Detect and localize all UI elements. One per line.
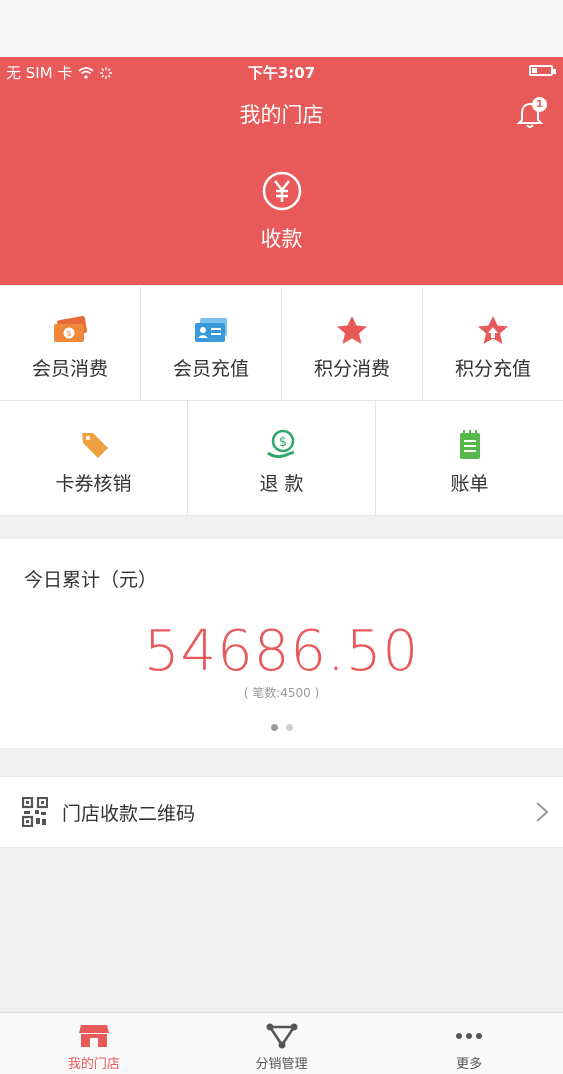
grid-label: 退 款 [259, 473, 304, 495]
coupon-verify-button[interactable]: 卡券核销 [0, 401, 188, 515]
bill-button[interactable]: 账单 [376, 401, 563, 515]
grid-label: 卡券核销 [55, 473, 132, 495]
function-grid-row-2: 卡券核销 $ 退 款 账单 [0, 401, 563, 516]
page-dot-active[interactable] [270, 724, 278, 731]
tab-label: 更多 [456, 1057, 483, 1072]
chevron-right-icon [536, 802, 549, 822]
qr-label: 门店收款二维码 [62, 802, 196, 825]
grid-label: 积分充值 [454, 358, 531, 380]
tab-more[interactable]: 更多 [375, 1013, 563, 1074]
page-dot[interactable] [285, 724, 293, 731]
member-recharge-button[interactable]: 会员充值 [141, 286, 282, 400]
tab-bar: 我的门店 分销管理 更多 [0, 1012, 563, 1074]
grid-label: 会员消费 [31, 358, 108, 380]
top-blank-area [0, 0, 563, 57]
points-consume-button[interactable]: 积分消费 [282, 286, 423, 400]
grid-label: 账单 [450, 473, 489, 495]
grid-label: 积分消费 [313, 358, 390, 380]
svg-text:$: $ [66, 329, 71, 338]
battery-icon [529, 65, 556, 76]
today-amount: 54686.50 [143, 619, 420, 684]
battery-fill [532, 68, 538, 73]
grid-label: 会员充值 [172, 358, 249, 380]
qr-code-icon [22, 797, 48, 827]
notification-button[interactable]: 1 [517, 97, 547, 129]
notification-badge: 1 [532, 97, 547, 112]
status-bar: 无 SIM 卡 下午3:07 [0, 57, 563, 85]
refund-button[interactable]: $ 退 款 [188, 401, 376, 515]
tab-label: 我的门店 [67, 1057, 120, 1072]
yuan-icon [262, 171, 301, 211]
distribution-icon [266, 1023, 297, 1049]
tag-icon [81, 433, 108, 458]
store-qr-code-row[interactable]: 门店收款二维码 [0, 776, 563, 848]
function-grid-row-1: $ 会员消费 会员充值 积分消费 积分充值 [0, 286, 563, 401]
tab-my-store[interactable]: 我的门店 [0, 1013, 188, 1074]
member-consume-button[interactable]: $ 会员消费 [0, 286, 141, 400]
tab-distribution[interactable]: 分销管理 [188, 1013, 376, 1074]
cash-icon: $ [54, 316, 88, 342]
today-title: 今日累计（元） [24, 569, 158, 591]
more-icon [456, 1033, 483, 1039]
refund-icon: $ [266, 429, 295, 459]
member-card-icon [195, 318, 227, 342]
star-up-icon [478, 316, 508, 344]
store-icon [78, 1025, 109, 1047]
star-icon [337, 316, 367, 344]
page-indicator[interactable] [0, 724, 563, 731]
header: 无 SIM 卡 下午3:07 我的门店 1 收款 [0, 57, 563, 285]
page-title: 我的门店 [239, 103, 324, 127]
today-count: ( 笔数:4500 ) [243, 686, 320, 700]
collect-payment-button[interactable]: 收款 [0, 171, 563, 253]
points-recharge-button[interactable]: 积分充值 [423, 286, 563, 400]
bill-icon [459, 430, 480, 459]
today-summary-card[interactable]: 今日累计（元） 54686.50 ( 笔数:4500 ) [0, 539, 563, 748]
svg-text:$: $ [278, 435, 286, 450]
collect-label: 收款 [260, 227, 303, 251]
status-time: 下午3:07 [247, 64, 316, 82]
tab-label: 分销管理 [255, 1057, 308, 1072]
